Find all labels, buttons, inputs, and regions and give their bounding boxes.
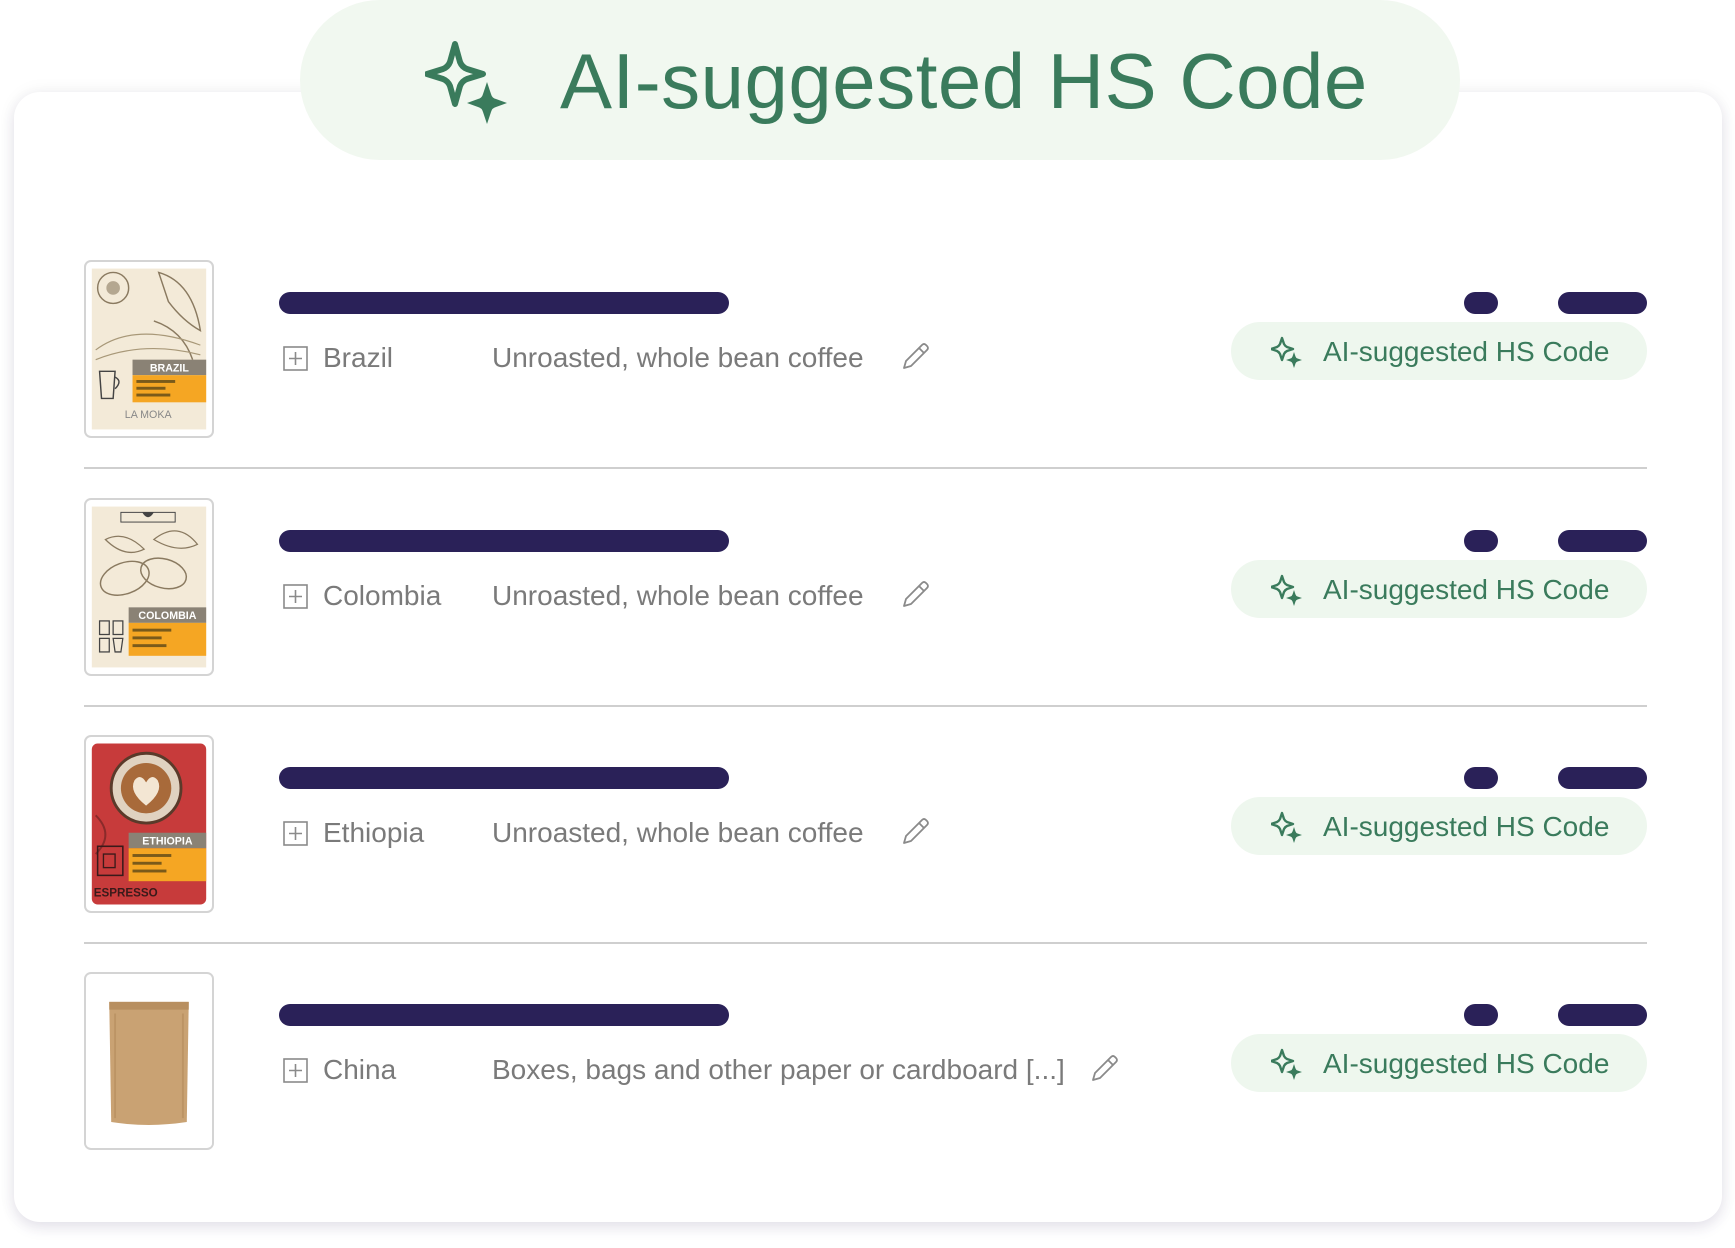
sparkle-icon (1271, 574, 1302, 606)
expand-icon[interactable] (283, 584, 308, 609)
ai-suggested-hs-code-button[interactable]: AI-suggested HS Code (1231, 322, 1647, 380)
origin-country: Ethiopia (323, 817, 425, 848)
expand-icon[interactable] (283, 821, 308, 846)
product-image-china[interactable] (84, 972, 214, 1150)
product-row-china: China Boxes, bags and other paper or car… (84, 948, 1647, 1186)
value-placeholder (1558, 1004, 1647, 1026)
thumbnail-footer: LA MOKA (125, 409, 173, 421)
product-description: Unroasted, whole bean coffee (492, 342, 864, 373)
pencil-icon[interactable] (898, 815, 932, 849)
coffee-bag-brazil-image: BRAZIL LA MOKA (91, 268, 207, 430)
kraft-paper-bag-image (86, 974, 212, 1148)
origin-country: Colombia (323, 580, 442, 611)
pencil-icon[interactable] (898, 578, 932, 612)
page: AI-suggested HS Code BRAZIL LA MOKA Braz… (0, 0, 1735, 1248)
ai-button-label: AI-suggested HS Code (1323, 336, 1610, 367)
coffee-bag-ethiopia-image: ETHIOPIA ESPRESSO (91, 743, 207, 905)
pencil-icon[interactable] (898, 340, 932, 374)
ai-button-label: AI-suggested HS Code (1323, 811, 1610, 842)
ai-suggested-hs-code-button[interactable]: AI-suggested HS Code (1231, 560, 1647, 618)
quantity-placeholder (1464, 1004, 1498, 1026)
thumbnail-label: COLOMBIA (138, 610, 196, 622)
product-name-placeholder (279, 530, 729, 552)
coffee-bag-colombia-image: COLOMBIA (91, 506, 207, 668)
origin-country: Brazil (323, 342, 394, 373)
product-row-colombia: COLOMBIA Colombia Unroasted, whole bean … (84, 474, 1647, 712)
product-name-placeholder (279, 1004, 729, 1026)
product-row-ethiopia: ETHIOPIA ESPRESSO Ethiopia Unroasted, wh… (84, 711, 1647, 949)
sparkle-icon (1271, 811, 1302, 843)
product-description: Boxes, bags and other paper or cardboard… (492, 1054, 1065, 1085)
thumbnail-label: ETHIOPIA (142, 835, 193, 847)
quantity-placeholder (1464, 767, 1498, 789)
thumbnail-footer: ESPRESSO (94, 887, 158, 900)
product-row-brazil: BRAZIL LA MOKA Brazil Unroasted, whole b… (84, 236, 1647, 474)
page-title: AI-suggested HS Code (560, 37, 1368, 125)
thumbnail-label: BRAZIL (150, 362, 190, 374)
product-name-placeholder (279, 292, 729, 314)
row-divider (84, 705, 1647, 707)
value-placeholder (1558, 292, 1647, 314)
ai-button-label: AI-suggested HS Code (1323, 1048, 1610, 1079)
value-placeholder (1558, 530, 1647, 552)
pencil-icon[interactable] (1087, 1052, 1121, 1086)
product-image-brazil[interactable]: BRAZIL LA MOKA (84, 260, 214, 438)
sparkle-icon (1271, 1048, 1302, 1080)
row-divider (84, 467, 1647, 469)
ai-suggested-hs-code-button[interactable]: AI-suggested HS Code (1231, 1034, 1647, 1092)
row-divider (84, 942, 1647, 944)
value-placeholder (1558, 767, 1647, 789)
product-description: Unroasted, whole bean coffee (492, 580, 864, 611)
quantity-placeholder (1464, 292, 1498, 314)
header-pill: AI-suggested HS Code (300, 0, 1460, 160)
sparkle-icon (1271, 336, 1302, 368)
expand-icon[interactable] (283, 1058, 308, 1083)
quantity-placeholder (1464, 530, 1498, 552)
sparkle-icon (425, 41, 507, 124)
ai-button-label: AI-suggested HS Code (1323, 574, 1610, 605)
expand-icon[interactable] (283, 346, 308, 371)
product-description: Unroasted, whole bean coffee (492, 817, 864, 848)
origin-country: China (323, 1054, 397, 1085)
product-image-colombia[interactable]: COLOMBIA (84, 498, 214, 676)
product-image-ethiopia[interactable]: ETHIOPIA ESPRESSO (84, 735, 214, 913)
product-name-placeholder (279, 767, 729, 789)
ai-suggested-hs-code-button[interactable]: AI-suggested HS Code (1231, 797, 1647, 855)
